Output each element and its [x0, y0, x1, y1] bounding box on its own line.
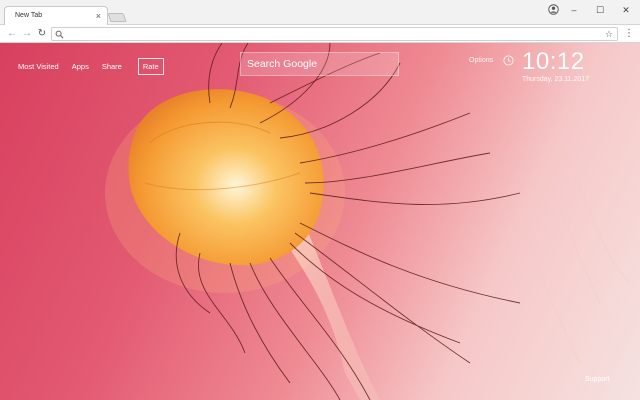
tab-new-tab[interactable]: New Tab ×	[4, 6, 108, 26]
options-link[interactable]: Options	[469, 57, 493, 64]
clock-date: Thursday, 23.11.2017	[522, 76, 590, 83]
apps-link[interactable]: Apps	[72, 62, 89, 71]
clock-icon[interactable]	[503, 55, 514, 66]
menu-dots-icon[interactable]: ⋮	[624, 28, 634, 40]
back-arrow-icon[interactable]: ←	[6, 27, 18, 41]
clock-time: 10:12	[522, 48, 585, 75]
close-window-icon[interactable]: ✕	[616, 3, 636, 17]
support-link[interactable]: Support	[585, 376, 610, 383]
address-bar[interactable]: ☆	[51, 27, 618, 41]
most-visited-link[interactable]: Most Visited	[18, 62, 59, 71]
bookmark-star-icon[interactable]: ☆	[605, 28, 613, 41]
new-tab-button[interactable]	[107, 13, 127, 22]
browser-toolbar: ← → ↻ ☆ ⋮	[0, 25, 640, 43]
rate-button[interactable]: Rate	[137, 57, 164, 75]
profile-icon[interactable]	[548, 4, 559, 15]
browser-titlebar: New Tab × – ☐ ✕	[0, 0, 640, 26]
forward-arrow-icon[interactable]: →	[21, 27, 33, 41]
minimize-icon[interactable]: –	[564, 3, 584, 17]
jellyfish-background-image	[105, 43, 631, 400]
top-navigation: Most Visited Apps Share Rate	[18, 57, 177, 75]
tab-title: New Tab	[15, 12, 43, 19]
share-link[interactable]: Share	[102, 62, 122, 71]
search-placeholder: Search Google	[247, 58, 318, 70]
tab-close-icon[interactable]: ×	[96, 10, 101, 22]
new-tab-page: Most Visited Apps Share Rate Search Goog…	[0, 43, 640, 400]
reload-icon[interactable]: ↻	[36, 27, 48, 41]
search-icon	[55, 30, 64, 39]
maximize-icon[interactable]: ☐	[590, 3, 610, 17]
search-google-input[interactable]: Search Google	[240, 52, 399, 76]
